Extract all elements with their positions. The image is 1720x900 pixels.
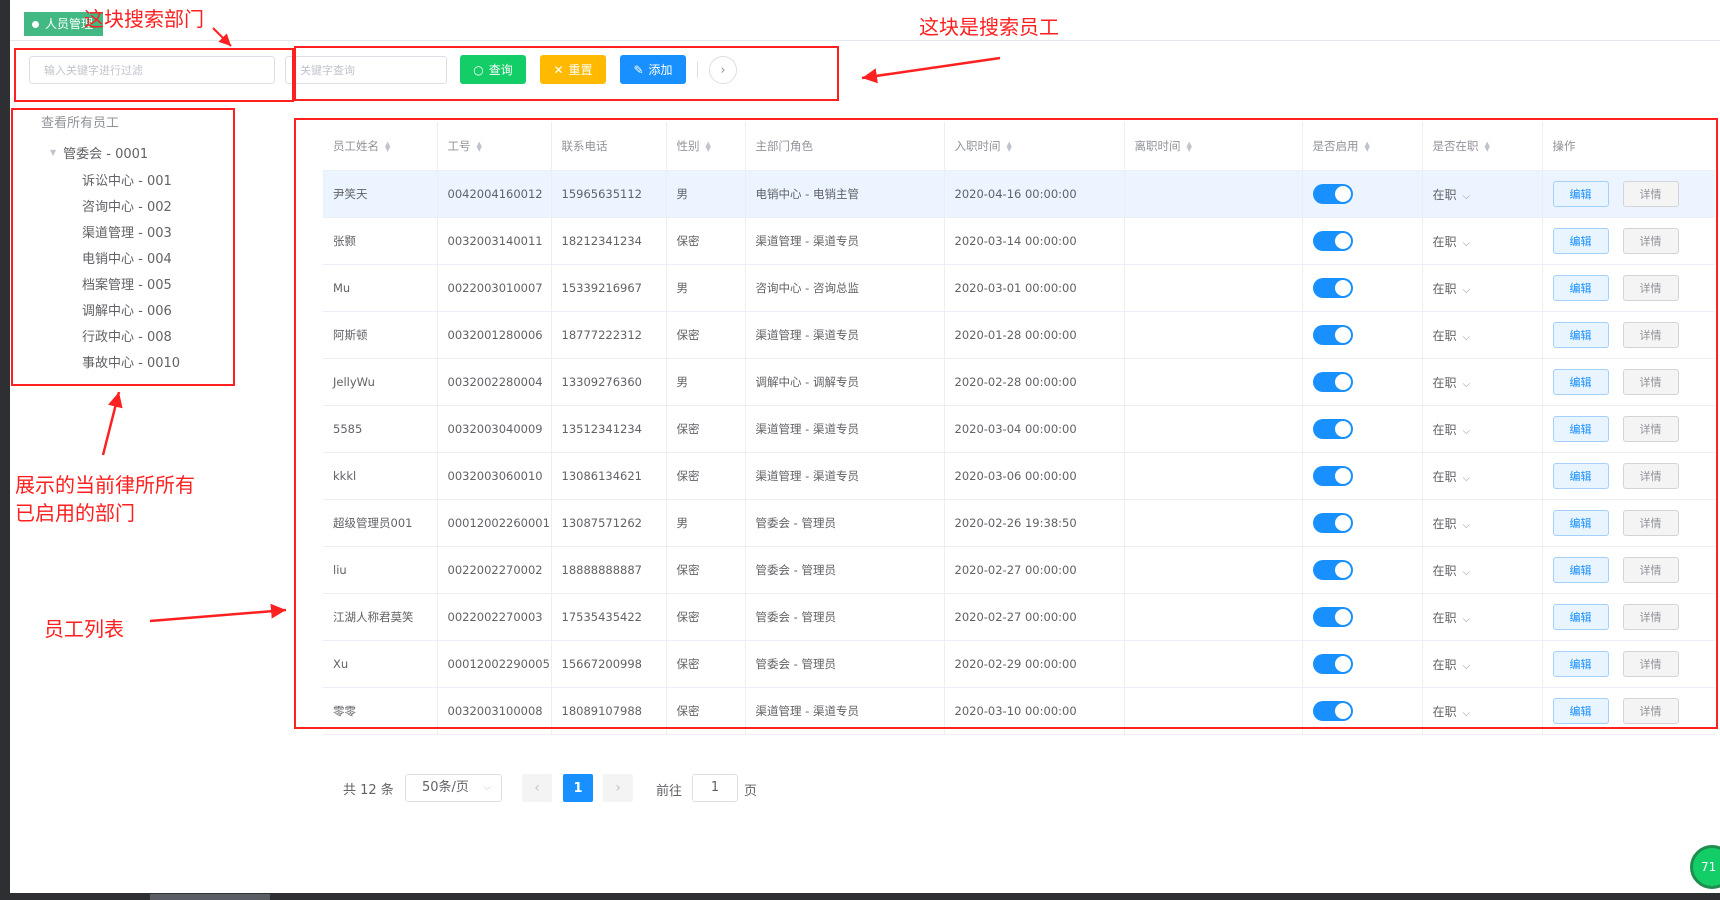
arrow-dept-search (212, 27, 232, 47)
arrow-emp-search (861, 56, 1001, 84)
horizontal-scrollbar[interactable] (150, 894, 270, 900)
arrow-dept-tree (101, 391, 123, 456)
arrow-emp-list (149, 603, 287, 623)
annotation-arrows (101, 27, 1001, 623)
